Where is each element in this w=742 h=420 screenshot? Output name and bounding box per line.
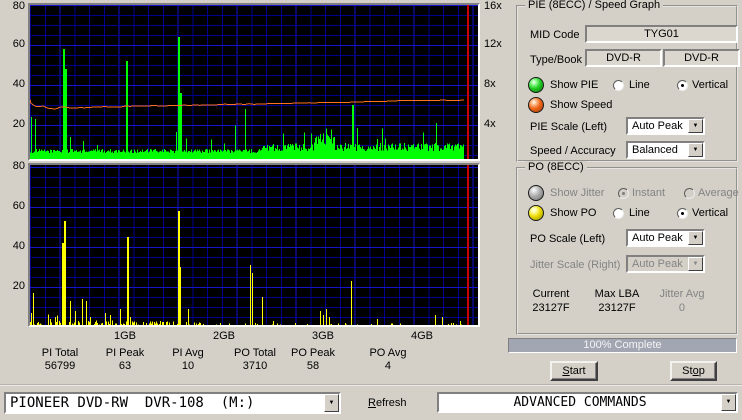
- po-scale-select[interactable]: Auto Peak ▼: [626, 229, 705, 247]
- pie-groupbox-title: PIE (8ECC) / Speed Graph: [525, 0, 664, 11]
- stat-pi-peak: PI Peak 63: [105, 347, 145, 372]
- jitter-avg-readout: Jitter Avg 0: [659, 287, 704, 315]
- jitter-avg-label: Jitter Avg: [659, 288, 705, 300]
- po-axis-tick: 80: [12, 160, 25, 172]
- stop-button[interactable]: Stop: [670, 361, 717, 381]
- jitter-scale-value: Auto Peak: [632, 258, 683, 270]
- po-axis-tick: 20: [12, 280, 25, 292]
- pie-line-radio[interactable]: [613, 80, 624, 91]
- speed-axis-tick: 12x: [484, 38, 502, 50]
- stat-pi-avg: PI Avg 10: [172, 347, 204, 372]
- device-value: PIONEER DVD-RW DVR-108 (M:): [10, 395, 255, 411]
- pie-axis-tick: 40: [12, 78, 25, 90]
- advanced-commands-select[interactable]: ADVANCED COMMANDS ▼: [437, 392, 738, 413]
- speed-accuracy-label: Speed / Accuracy: [530, 145, 616, 157]
- po-axis-tick: 60: [12, 200, 25, 212]
- pie-scale-label: PIE Scale (Left): [530, 121, 608, 133]
- pie-axis-tick: 60: [12, 38, 25, 50]
- stat-po-total: PO Total 3710: [234, 347, 276, 372]
- start-button[interactable]: Start: [550, 361, 598, 381]
- speed-accuracy-value: Balanced: [632, 144, 678, 156]
- mid-code-field: TYG01: [585, 25, 738, 43]
- stat-po-avg: PO Avg 4: [369, 347, 407, 372]
- pie-speed-groupbox: PIE (8ECC) / Speed Graph MID Code TYG01 …: [516, 0, 740, 162]
- mid-code-label: MID Code: [530, 29, 580, 41]
- max-lba-value: 23127F: [598, 302, 636, 314]
- show-pie-label: Show PIE: [550, 79, 599, 91]
- po-groupbox-title: PO (8ECC): [525, 161, 587, 173]
- po-line-radio[interactable]: [613, 208, 624, 219]
- max-lba-readout: Max LBA 23127F: [595, 287, 640, 315]
- jitter-instant-radio: [618, 188, 629, 199]
- pie-line-label: Line: [629, 79, 650, 91]
- show-po-led-button[interactable]: [528, 205, 544, 221]
- po-groupbox: PO (8ECC) Show Jitter Instant Average Sh…: [516, 161, 739, 335]
- po-line-label: Line: [629, 207, 650, 219]
- advanced-commands-value: ADVANCED COMMANDS: [513, 395, 647, 410]
- bottom-separator: [0, 384, 742, 386]
- jitter-avg-value: 0: [678, 302, 686, 314]
- show-po-label: Show PO: [550, 207, 597, 219]
- dropdown-arrow-icon[interactable]: ▼: [324, 394, 339, 412]
- pie-vertical-radio[interactable]: [677, 80, 688, 91]
- speed-axis-tick: 4x: [484, 118, 496, 130]
- current-lba-readout: Current 23127F: [532, 287, 569, 315]
- stat-po-peak: PO Peak 58: [290, 347, 336, 372]
- pie-scale-value: Auto Peak: [632, 120, 683, 132]
- show-pie-led-button[interactable]: [528, 77, 544, 93]
- po-axis-tick: 40: [12, 240, 25, 252]
- gb-axis-tick: 4GB: [410, 330, 434, 342]
- jitter-scale-select: Auto Peak ▼: [626, 255, 705, 273]
- show-speed-label: Show Speed: [550, 99, 613, 111]
- jitter-average-label: Average: [698, 187, 739, 199]
- show-jitter-led-button: [528, 185, 544, 201]
- gb-axis-tick: 3GB: [311, 330, 335, 342]
- po-scale-value: Auto Peak: [632, 232, 683, 244]
- refresh-button[interactable]: Refresh: [368, 397, 407, 409]
- gb-axis-tick: 1GB: [113, 330, 137, 342]
- dropdown-arrow-icon: ▼: [688, 257, 703, 271]
- device-select[interactable]: PIONEER DVD-RW DVR-108 (M:) ▼: [4, 392, 341, 414]
- po-graph-plot: [28, 163, 480, 327]
- pie-vertical-label: Vertical: [692, 79, 729, 91]
- show-speed-led-button[interactable]: [528, 97, 544, 113]
- current-label: Current: [532, 288, 570, 300]
- pie-graph-plot: [28, 3, 480, 161]
- stat-pi-total: PI Total 56799: [41, 347, 79, 372]
- progress-bar: 100% Complete: [508, 338, 737, 353]
- po-vertical-radio[interactable]: [677, 208, 688, 219]
- speed-axis-tick: 8x: [484, 78, 496, 90]
- pie-axis-tick: 20: [12, 118, 25, 130]
- show-jitter-label: Show Jitter: [550, 187, 605, 199]
- current-value: 23127F: [532, 302, 570, 314]
- jitter-average-radio: [684, 188, 695, 199]
- po-scale-label: PO Scale (Left): [530, 233, 606, 245]
- disc-type-field: DVD-R: [585, 49, 662, 67]
- jitter-instant-label: Instant: [632, 187, 666, 199]
- speed-axis-tick: 16x: [484, 0, 502, 12]
- dropdown-arrow-icon[interactable]: ▼: [688, 143, 703, 157]
- jitter-scale-label: Jitter Scale (Right): [530, 259, 621, 271]
- pie-scale-select[interactable]: Auto Peak ▼: [626, 117, 705, 135]
- speed-accuracy-select[interactable]: Balanced ▼: [626, 141, 705, 159]
- dropdown-arrow-icon[interactable]: ▼: [688, 119, 703, 133]
- pie-axis-tick: 80: [12, 0, 25, 12]
- gb-axis-tick: 2GB: [212, 330, 236, 342]
- max-lba-label: Max LBA: [594, 288, 640, 300]
- dropdown-arrow-icon[interactable]: ▼: [721, 394, 736, 411]
- type-book-label: Type/Book: [530, 54, 582, 66]
- book-type-field: DVD-R: [663, 49, 740, 67]
- dropdown-arrow-icon[interactable]: ▼: [688, 231, 703, 245]
- po-vertical-label: Vertical: [692, 207, 729, 219]
- app-window: 80 60 40 20 16x 12x 8x 4x 80 60 40 20 1GB 2GB 3GB 4GB P…: [0, 0, 742, 420]
